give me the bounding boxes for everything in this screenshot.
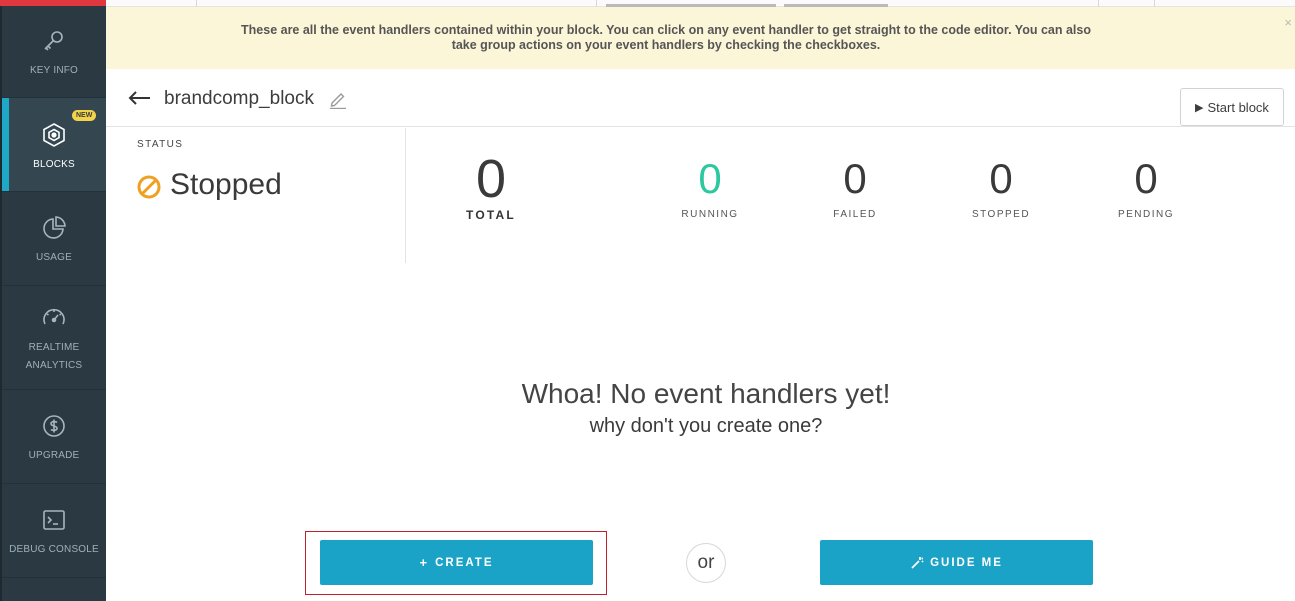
- sidebar-item-label: UPGRADE: [28, 449, 80, 461]
- start-block-label: Start block: [1207, 99, 1269, 115]
- stat-running-label: RUNNING: [681, 209, 739, 220]
- blocks-icon: [43, 122, 65, 147]
- tab-divider: [1098, 0, 1099, 7]
- sidebar-item-key-info[interactable]: KEY INFO: [2, 6, 106, 98]
- play-icon: ▶: [1195, 101, 1204, 114]
- create-label: CREATE: [435, 556, 494, 569]
- key-icon: [44, 30, 63, 51]
- sidebar-item-label: USAGE: [35, 251, 72, 263]
- sidebar-item-label: DEBUG CONSOLE: [9, 543, 99, 555]
- pie-chart-icon: [43, 215, 66, 239]
- dollar-icon: [43, 414, 65, 437]
- empty-state-subtitle: why don't you create one?: [589, 415, 823, 437]
- stat-failed-value: 0: [843, 155, 867, 202]
- sidebar-item-debug-console[interactable]: DEBUG CONSOLE: [2, 484, 106, 578]
- stopped-icon: [137, 175, 161, 199]
- close-icon[interactable]: ×: [1284, 15, 1292, 30]
- create-button[interactable]: + CREATE: [320, 540, 593, 585]
- sidebar-item-usage[interactable]: USAGE: [2, 192, 106, 286]
- stat-stopped: 0 STOPPED: [960, 155, 1042, 221]
- guide-me-label: GUIDE ME: [930, 556, 1003, 569]
- sidebar-item-label: KEY INFO: [29, 64, 79, 76]
- stat-pending: 0 PENDING: [1106, 155, 1186, 221]
- gauge-icon: [43, 308, 65, 324]
- stat-total-label: TOTAL: [466, 208, 516, 222]
- sidebar-item-label: REALTIME ANALYTICS: [25, 341, 83, 371]
- stat-running-value: 0: [698, 155, 722, 202]
- sidebar: KEY INFO BLOCKS NEW USAGE REALTIME ANALY…: [0, 0, 106, 601]
- status-label: STATUS: [137, 139, 184, 150]
- stat-pending-label: PENDING: [1117, 209, 1175, 220]
- plus-icon: +: [419, 555, 430, 570]
- stat-total: 0 TOTAL: [450, 152, 532, 222]
- back-arrow-icon[interactable]: [128, 88, 152, 108]
- stat-failed-label: FAILED: [833, 209, 877, 220]
- stat-pending-value: 0: [1134, 155, 1158, 202]
- pencil-icon[interactable]: [328, 89, 348, 109]
- sidebar-item-blocks[interactable]: BLOCKS NEW: [2, 98, 106, 192]
- block-header: brandcomp_block ▶ Start block: [106, 70, 1295, 127]
- magic-wand-icon: [911, 556, 924, 569]
- status-panel: STATUS Stopped: [106, 128, 406, 263]
- new-badge: NEW: [72, 110, 97, 121]
- stat-stopped-value: 0: [989, 155, 1013, 202]
- start-block-button[interactable]: ▶ Start block: [1180, 88, 1284, 126]
- stat-stopped-label: STOPPED: [971, 209, 1031, 220]
- sidebar-item-upgrade[interactable]: UPGRADE: [2, 390, 106, 484]
- tab-divider: [596, 0, 597, 7]
- tab-divider: [1154, 0, 1155, 7]
- empty-state-title: Whoa! No event handlers yet!: [521, 378, 891, 409]
- stat-total-value: 0: [475, 149, 507, 209]
- sidebar-item-label: BLOCKS: [33, 158, 75, 170]
- info-notice: These are all the event handlers contain…: [106, 7, 1295, 69]
- or-separator: or: [686, 543, 726, 583]
- top-tab-strip: [106, 0, 1295, 7]
- stat-failed: 0 FAILED: [815, 155, 895, 221]
- sidebar-item-realtime-analytics[interactable]: REALTIME ANALYTICS: [2, 286, 106, 390]
- notice-text: These are all the event handlers contain…: [241, 23, 1091, 52]
- terminal-icon: [43, 509, 65, 530]
- guide-me-button[interactable]: GUIDE ME: [820, 540, 1093, 585]
- tab-divider: [196, 0, 197, 7]
- status-value: Stopped: [170, 168, 282, 201]
- stat-running: 0 RUNNING: [670, 155, 750, 221]
- block-name: brandcomp_block: [164, 88, 314, 109]
